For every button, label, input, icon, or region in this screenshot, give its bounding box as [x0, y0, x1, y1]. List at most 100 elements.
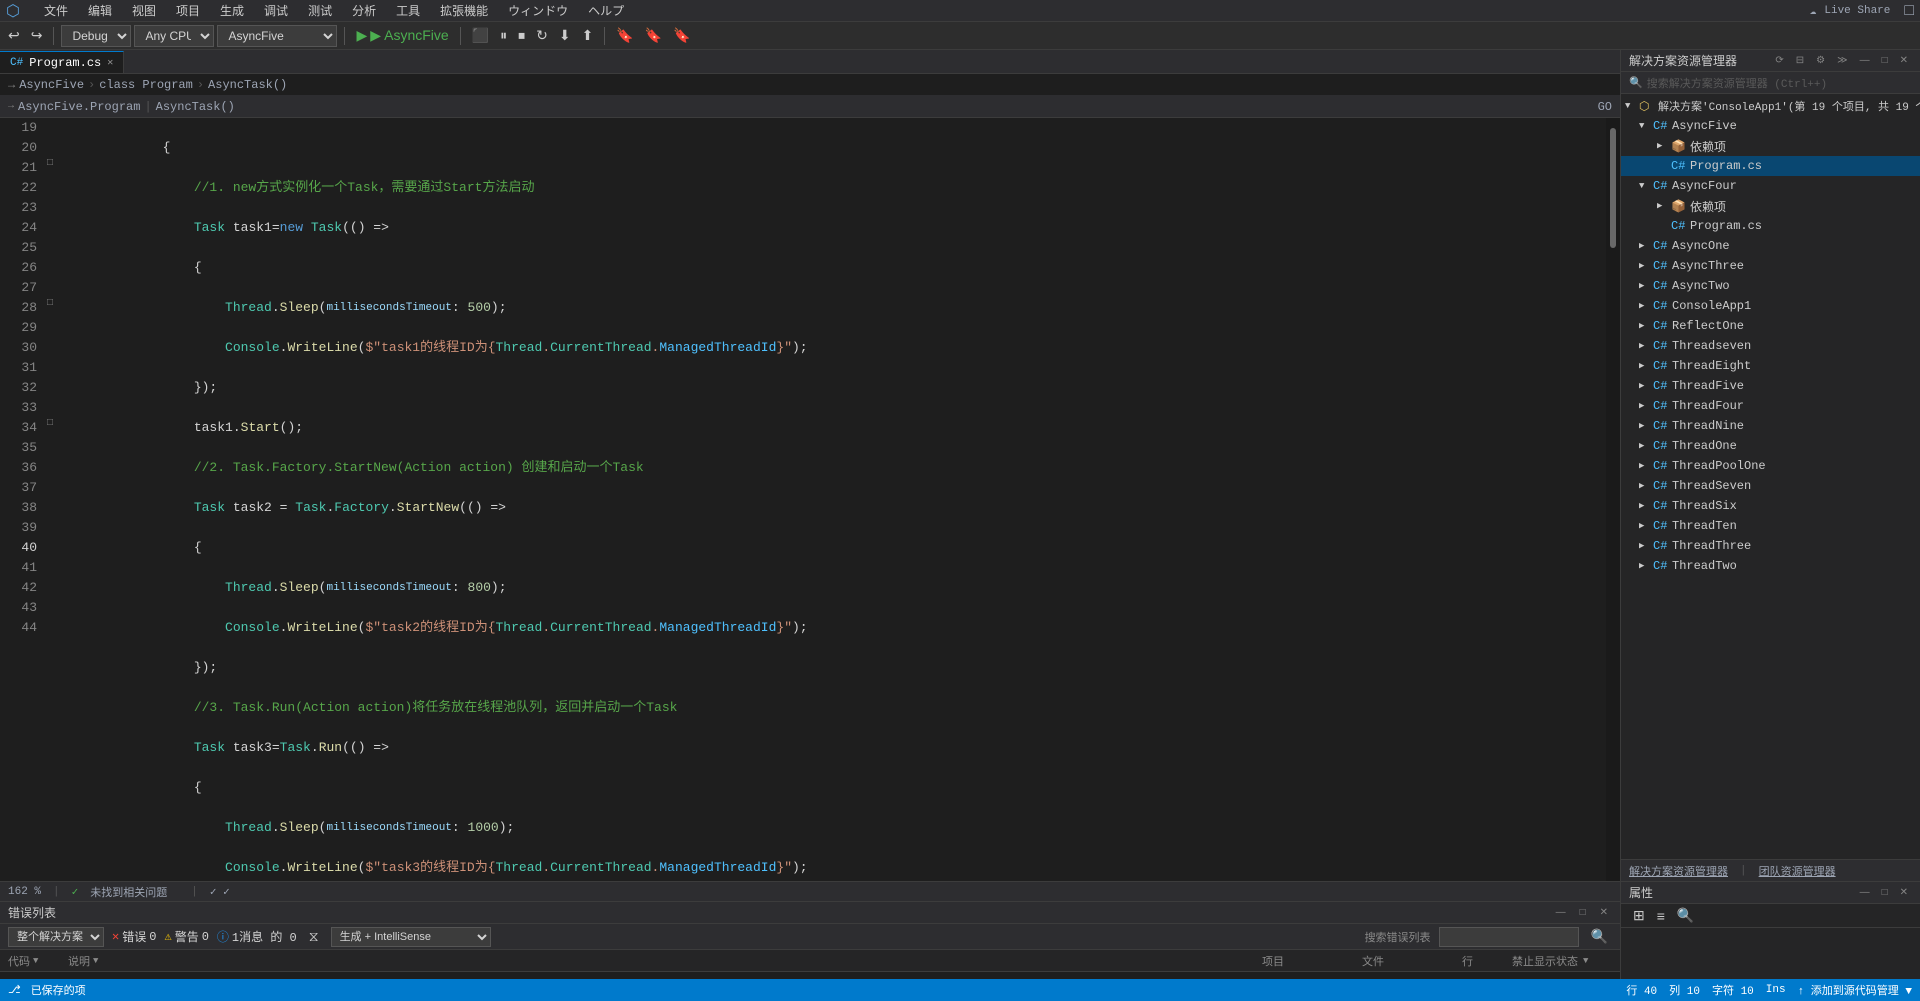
toolbar-icon2[interactable]: ⏸	[496, 25, 511, 46]
tree-asyncfive[interactable]: ▼ C# AsyncFive	[1621, 116, 1920, 136]
breadcrumb-method[interactable]: AsyncTask()	[208, 78, 287, 92]
col-code[interactable]: 代码 ▼	[8, 953, 68, 969]
start-btn[interactable]: ▶ ▶ AsyncFive	[352, 25, 452, 46]
tree-threadeight[interactable]: ▶ C# ThreadEight	[1621, 356, 1920, 376]
tree-asyncfour[interactable]: ▼ C# AsyncFour	[1621, 176, 1920, 196]
tree-threadseven[interactable]: ▶ C# Threadseven	[1621, 336, 1920, 356]
col-proj[interactable]: 项目	[1262, 953, 1362, 969]
tree-asyncfour-deps[interactable]: ▶ 📦 依赖项	[1621, 196, 1920, 216]
menu-tools[interactable]: 工具	[386, 0, 430, 21]
scroll-thumb[interactable]	[1610, 128, 1616, 248]
col-file[interactable]: 文件	[1362, 953, 1462, 969]
props-grid-btn[interactable]: ⊞	[1629, 905, 1649, 926]
col-suppress[interactable]: 禁止显示状态 ▼	[1512, 953, 1612, 969]
se-float-btn[interactable]: □	[1878, 53, 1892, 68]
tree-threadthree[interactable]: ▶ C# ThreadThree	[1621, 536, 1920, 556]
menu-extensions[interactable]: 拡張機能	[430, 0, 498, 21]
menu-edit[interactable]: 编辑	[78, 0, 122, 21]
props-close-btn[interactable]: ✕	[1896, 885, 1912, 900]
se-minimize-btn[interactable]: —	[1856, 53, 1874, 68]
se-more-btn[interactable]: ≫	[1833, 53, 1851, 68]
error-expand-btn[interactable]: □	[1576, 905, 1590, 920]
minimap-scrollbar[interactable]	[1606, 118, 1620, 881]
tree-threadseven2[interactable]: ▶ C# ThreadSeven	[1621, 476, 1920, 496]
col-desc[interactable]: 说明 ▼	[68, 953, 1262, 969]
props-minimize-btn[interactable]: —	[1856, 885, 1874, 900]
error-search-input[interactable]	[1439, 927, 1579, 947]
toolbar-icon6[interactable]: ⬆	[578, 25, 598, 46]
tree-asyncfive-deps[interactable]: ▶ 📦 依赖项	[1621, 136, 1920, 156]
error-scope-dropdown[interactable]: 整个解决方案	[8, 927, 104, 947]
search-icon-btn[interactable]: 🔍	[1587, 926, 1612, 947]
tab-close-btn[interactable]: ✕	[107, 57, 113, 69]
props-list-btn[interactable]: ≡	[1653, 906, 1669, 926]
toolbar-icon9[interactable]: 🔖	[669, 25, 694, 46]
tree-threadnine[interactable]: ▶ C# ThreadNine	[1621, 416, 1920, 436]
props-search-btn[interactable]: 🔍	[1673, 905, 1698, 926]
tree-asynctwo[interactable]: ▶ C# AsyncTwo	[1621, 276, 1920, 296]
code-content[interactable]: { //1. new方式实例化一个Task，需要通过Start方法启动 Task…	[65, 118, 1606, 881]
zoom-level[interactable]: 162 %	[8, 886, 41, 898]
tree-asyncfive-program-cs[interactable]: C# Program.cs	[1621, 156, 1920, 176]
redo-btn[interactable]: ↪	[27, 25, 47, 46]
tree-reflectone[interactable]: ▶ C# ReflectOne	[1621, 316, 1920, 336]
collapse-21[interactable]: □	[47, 158, 53, 169]
se-close-btn[interactable]: ✕	[1896, 53, 1912, 68]
toolbar-icon8[interactable]: 🔖	[641, 25, 666, 46]
tree-threadten[interactable]: ▶ C# ThreadTen	[1621, 516, 1920, 536]
file-tab-2[interactable]: AsyncTask()	[156, 100, 235, 114]
menu-project[interactable]: 项目	[166, 0, 210, 21]
menu-analyze[interactable]: 分析	[342, 0, 386, 21]
tree-threadtwo[interactable]: ▶ C# ThreadTwo	[1621, 556, 1920, 576]
toolbar-icon7[interactable]: 🔖	[612, 25, 637, 46]
breadcrumb-ns[interactable]: AsyncFive	[19, 78, 84, 92]
toolbar-icon4[interactable]: ↻	[532, 25, 552, 46]
cursor-line[interactable]: 行 40	[1626, 982, 1657, 998]
se-settings-btn[interactable]: ⚙	[1812, 53, 1829, 68]
collapse-34[interactable]: □	[47, 418, 53, 429]
se-footer-link2[interactable]: 团队资源管理器	[1759, 863, 1836, 879]
tree-threadfour[interactable]: ▶ C# ThreadFour	[1621, 396, 1920, 416]
col-line[interactable]: 行	[1462, 953, 1512, 969]
search-placeholder-text[interactable]: 搜索解决方案资源管理器 (Ctrl++)	[1647, 75, 1827, 91]
se-filter-btn[interactable]: ⊟	[1792, 53, 1808, 68]
error-minimize-btn[interactable]: —	[1552, 905, 1570, 920]
menu-help[interactable]: ヘルプ	[578, 0, 634, 21]
goto-btn[interactable]: GO	[1598, 100, 1612, 114]
se-footer-link1[interactable]: 解决方案资源管理器	[1629, 863, 1728, 879]
error-close-btn[interactable]: ✕	[1596, 905, 1612, 920]
live-share-btn[interactable]: ☁ Live Share	[1810, 4, 1899, 18]
cpu-dropdown[interactable]: Any CPU	[134, 25, 214, 47]
breadcrumb-class[interactable]: class Program	[99, 78, 193, 92]
collapse-28[interactable]: □	[47, 298, 53, 309]
menu-file[interactable]: 文件	[34, 0, 78, 21]
project-dropdown[interactable]: AsyncFive	[217, 25, 337, 47]
tree-consoleapp1[interactable]: ▶ C# ConsoleApp1	[1621, 296, 1920, 316]
menu-build[interactable]: 生成	[210, 0, 254, 21]
menu-debug[interactable]: 调试	[254, 0, 298, 21]
toolbar-icon3[interactable]: ⏹	[514, 25, 529, 46]
menu-test[interactable]: 测试	[298, 0, 342, 21]
add-to-source-btn[interactable]: ↑ 添加到源代码管理 ▼	[1798, 982, 1912, 998]
close-btn[interactable]: □	[1898, 2, 1920, 20]
undo-btn[interactable]: ↩	[4, 25, 24, 46]
cursor-col[interactable]: 列 10	[1669, 982, 1700, 998]
tree-asyncfour-program-cs[interactable]: C# Program.cs	[1621, 216, 1920, 236]
tree-threadfive[interactable]: ▶ C# ThreadFive	[1621, 376, 1920, 396]
menu-window[interactable]: ウィンドウ	[498, 0, 578, 21]
props-float-btn[interactable]: □	[1878, 885, 1892, 900]
debug-mode-dropdown[interactable]: Debug	[61, 25, 131, 47]
tree-asyncone[interactable]: ▶ C# AsyncOne	[1621, 236, 1920, 256]
tree-solution-root[interactable]: ▼ ⬡ 解决方案'ConsoleApp1'(第 19 个项目, 共 19 个)	[1621, 96, 1920, 116]
toolbar-icon5[interactable]: ⬇	[555, 25, 575, 46]
code-area[interactable]: 19 20 21 22 23 24 25 26 27 28 29 30 31 3…	[0, 118, 1620, 881]
toolbar-icon1[interactable]: ⬛	[468, 25, 493, 46]
file-tab-1[interactable]: AsyncFive.Program	[18, 100, 140, 114]
tree-threadsix[interactable]: ▶ C# ThreadSix	[1621, 496, 1920, 516]
tree-threadone[interactable]: ▶ C# ThreadOne	[1621, 436, 1920, 456]
tree-threadpoolone[interactable]: ▶ C# ThreadPoolOne	[1621, 456, 1920, 476]
menu-view[interactable]: 视图	[122, 0, 166, 21]
se-sync-btn[interactable]: ⟳	[1771, 53, 1787, 68]
filter-btn[interactable]: ⧖	[305, 926, 323, 947]
tab-program-cs[interactable]: C# Program.cs ✕	[0, 51, 124, 73]
